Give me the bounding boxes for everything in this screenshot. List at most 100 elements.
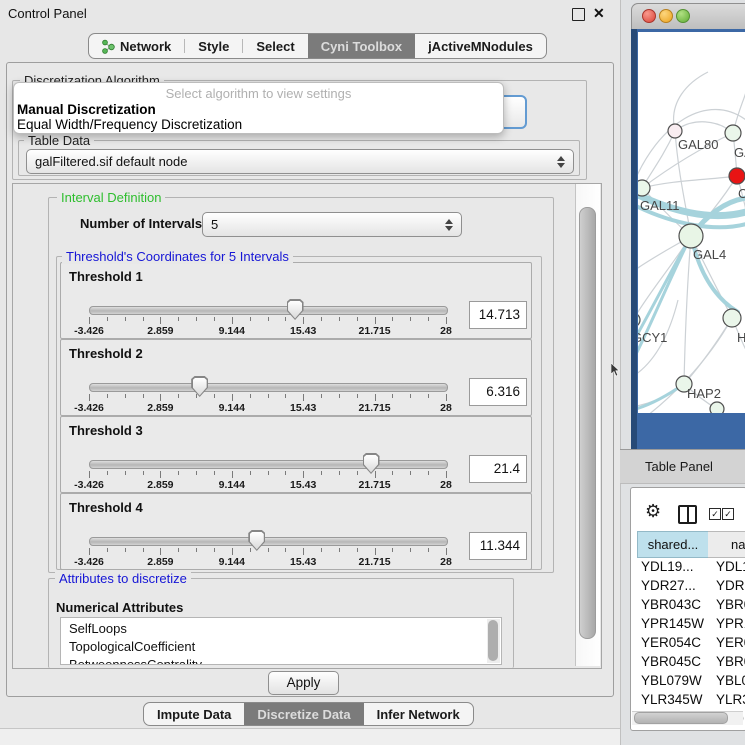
cell-shared-name: YBR043C: [641, 597, 701, 612]
threshold-panel-1: Threshold 1-3.4262.8599.14415.4321.71528…: [60, 262, 532, 339]
minimize-traffic-light[interactable]: [659, 9, 673, 23]
checkbox-icon[interactable]: ✓: [722, 508, 734, 520]
attribute-item-selfloops[interactable]: SelfLoops: [69, 621, 127, 636]
table-row[interactable]: YBR043CYBR0: [632, 596, 745, 615]
tick-mark: [446, 394, 447, 401]
network-node-gal80[interactable]: [668, 124, 682, 138]
threshold-value-field[interactable]: 11.344: [469, 532, 527, 560]
tick-mark: [303, 471, 304, 478]
slider-track[interactable]: [89, 306, 448, 315]
tick-mark: [392, 548, 393, 552]
tick-mark: [178, 317, 179, 321]
network-node-gal4[interactable]: [679, 224, 703, 248]
tab-network[interactable]: Network: [89, 34, 184, 58]
network-node-label: GAL80: [678, 137, 718, 152]
tick-label: 9.144: [219, 325, 245, 337]
slider-thumb[interactable]: [248, 530, 265, 551]
column-header-name[interactable]: na: [708, 531, 745, 558]
tick-label: 28: [440, 479, 452, 491]
gear-icon[interactable]: ⚙: [645, 501, 661, 522]
thresholds-group-title: Threshold's Coordinates for 5 Intervals: [62, 249, 293, 264]
tick-mark: [232, 317, 233, 324]
zoom-traffic-light[interactable]: [676, 9, 690, 23]
tick-label: -3.426: [74, 325, 104, 337]
checkbox-icon[interactable]: ✓: [709, 508, 721, 520]
algorithm-option-manual[interactable]: Manual Discretization: [17, 102, 156, 117]
list-scrollbar-thumb[interactable]: [488, 620, 498, 661]
numerical-attributes-list[interactable]: SelfLoops TopologicalCoefficient Betweenne…: [60, 617, 502, 665]
table-row[interactable]: YER054CYER0: [632, 634, 745, 653]
thumb-face: [364, 455, 378, 473]
table-row[interactable]: YPR145WYPR1: [632, 615, 745, 634]
network-node-label: GAL11: [640, 198, 680, 213]
tick-mark: [339, 471, 340, 475]
slider-track[interactable]: [89, 537, 448, 546]
close-traffic-light[interactable]: [642, 9, 656, 23]
table-row[interactable]: YBR045CYBR0: [632, 653, 745, 672]
algorithm-option-equal-width[interactable]: Equal Width/Frequency Discretization: [17, 117, 242, 132]
tick-label: 21.715: [359, 402, 391, 414]
tick-mark: [214, 548, 215, 552]
close-icon[interactable]: ✕: [593, 5, 605, 22]
slider-thumb[interactable]: [287, 299, 304, 320]
threshold-label: Threshold 2: [69, 346, 143, 361]
network-node-gcy1[interactable]: [638, 313, 640, 327]
tab-impute-data[interactable]: Impute Data: [144, 703, 244, 725]
tab-style[interactable]: Style: [185, 34, 242, 58]
interval-definition-group-title: Interval Definition: [57, 190, 165, 205]
network-node-c[interactable]: [729, 168, 745, 184]
horizontal-scrollbar-thumb[interactable]: [634, 712, 728, 724]
table-row[interactable]: YLR345WYLR3: [632, 691, 745, 710]
algorithm-placeholder: Select algorithm to view settings: [14, 86, 503, 101]
tick-mark: [125, 471, 126, 475]
table-row[interactable]: YDL19...YDL1: [632, 558, 745, 577]
tab-infer-network[interactable]: Infer Network: [364, 703, 473, 725]
network-node-h[interactable]: [723, 309, 741, 327]
mouse-cursor: [611, 363, 621, 377]
float-window-icon[interactable]: [572, 8, 585, 21]
tick-mark: [375, 317, 376, 324]
slider-track[interactable]: [89, 460, 448, 469]
slider-tick-labels: -3.4262.8599.14415.4321.71528: [89, 556, 446, 567]
slider-track[interactable]: [89, 383, 448, 392]
tick-label: -3.426: [74, 402, 104, 414]
attributes-group-title: Attributes to discretize: [55, 571, 191, 586]
attribute-item-topologicalcoefficient[interactable]: TopologicalCoefficient: [69, 639, 195, 654]
apply-button[interactable]: Apply: [268, 671, 339, 695]
tab-label: Infer Network: [377, 707, 460, 722]
control-panel-title: Control Panel: [8, 6, 87, 21]
slider-thumb[interactable]: [363, 453, 380, 474]
threshold-value-field[interactable]: 21.4: [469, 455, 527, 483]
network-canvas[interactable]: GAL80GACGAL11GAL4GCY1HHAP2: [638, 32, 745, 413]
tick-mark: [214, 471, 215, 475]
tick-label: 2.859: [147, 479, 173, 491]
threshold-value-field[interactable]: 6.316: [469, 378, 527, 406]
tick-mark: [232, 548, 233, 555]
attribute-item-betweennesscentrality[interactable]: BetweennessCentrality: [69, 657, 202, 665]
slider-thumb[interactable]: [191, 376, 208, 397]
tick-label: 21.715: [359, 325, 391, 337]
tick-mark: [268, 317, 269, 321]
number-of-intervals-combobox[interactable]: 5: [202, 212, 462, 237]
tab-select[interactable]: Select: [243, 34, 307, 58]
table-row[interactable]: YDR27...YDR2: [632, 577, 745, 596]
tab-jactivemnodules[interactable]: jActiveMNodules: [415, 34, 546, 58]
column-header-shared-name[interactable]: shared...: [637, 531, 709, 558]
tick-mark: [107, 317, 108, 321]
network-node[interactable]: [710, 402, 724, 413]
columns-icon[interactable]: [678, 505, 697, 524]
network-node-gal11[interactable]: [638, 180, 650, 196]
threshold-value-field[interactable]: 14.713: [469, 301, 527, 329]
cell-shared-name: YBR045C: [641, 654, 701, 669]
tab-discretize-data[interactable]: Discretize Data: [244, 703, 363, 725]
table-data-combobox[interactable]: galFiltered.sif default node: [26, 149, 574, 174]
table-row[interactable]: YBL079WYBL0: [632, 672, 745, 691]
network-node-ga[interactable]: [725, 125, 741, 141]
cell-name: YDR2: [716, 578, 745, 593]
slider-ticks: [89, 471, 446, 479]
tick-mark: [89, 548, 90, 555]
vertical-scrollbar-thumb[interactable]: [579, 207, 596, 639]
tab-cyni-toolbox[interactable]: Cyni Toolbox: [308, 34, 415, 58]
list-scrollbar-track[interactable]: [487, 619, 500, 663]
tick-label: 28: [440, 402, 452, 414]
